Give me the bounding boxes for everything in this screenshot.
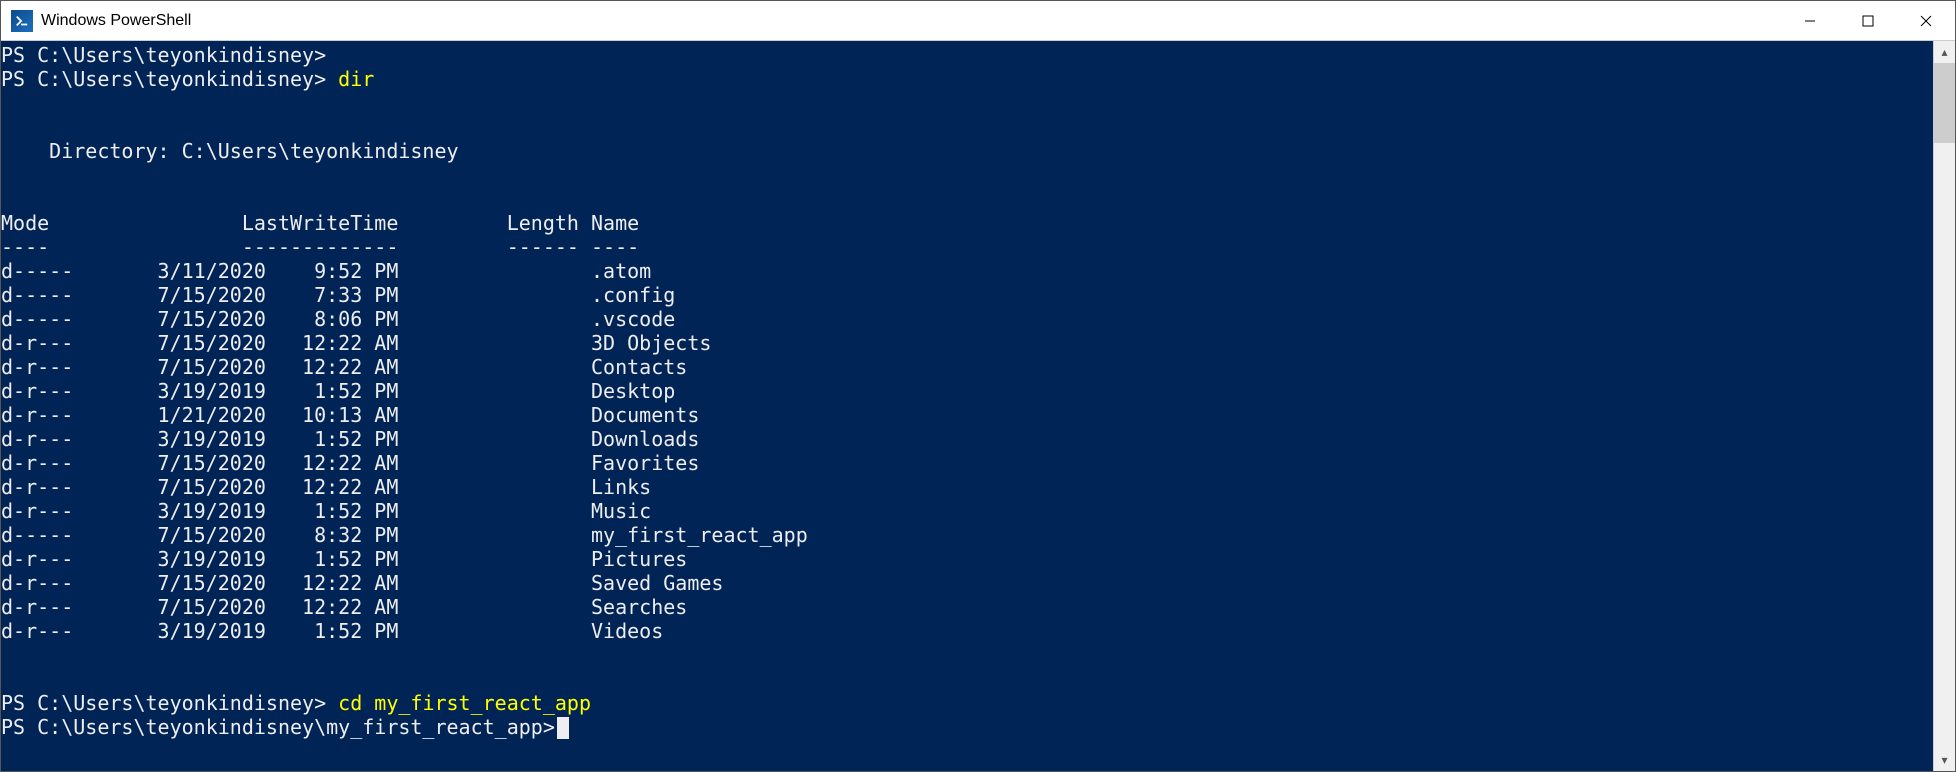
close-button[interactable]: [1897, 1, 1955, 40]
scroll-up-button[interactable]: ▴: [1934, 41, 1955, 63]
prompt-line: PS C:\Users\teyonkindisney> dir: [1, 67, 1933, 91]
table-row: d-r--- 7/15/2020 12:22 AM Favorites: [1, 451, 1933, 475]
window-controls: [1781, 1, 1955, 40]
prompt-line: PS C:\Users\teyonkindisney>: [1, 43, 1933, 67]
command-text: cd my_first_react_app: [326, 691, 591, 715]
scrollbar[interactable]: ▴ ▾: [1933, 41, 1955, 771]
blank-line: [1, 91, 1933, 115]
directory-line: Directory: C:\Users\teyonkindisney: [1, 139, 1933, 163]
table-row: d-r--- 3/19/2019 1:52 PM Pictures: [1, 547, 1933, 571]
cursor: [557, 717, 569, 739]
scroll-thumb[interactable]: [1934, 63, 1955, 143]
table-row: d-r--- 7/15/2020 12:22 AM Saved Games: [1, 571, 1933, 595]
prompt-text: PS C:\Users\teyonkindisney\my_first_reac…: [1, 715, 555, 739]
title-bar[interactable]: Windows PowerShell: [1, 1, 1955, 41]
header-dashes: ---- ------------- ------ ----: [1, 235, 1933, 259]
prompt-line: PS C:\Users\teyonkindisney\my_first_reac…: [1, 715, 1933, 739]
window-title: Windows PowerShell: [41, 12, 1781, 30]
table-row: d-r--- 7/15/2020 12:22 AM Contacts: [1, 355, 1933, 379]
table-row: d-r--- 3/19/2019 1:52 PM Desktop: [1, 379, 1933, 403]
maximize-button[interactable]: [1839, 1, 1897, 40]
table-row: d----- 7/15/2020 7:33 PM .config: [1, 283, 1933, 307]
table-row: d-r--- 1/21/2020 10:13 AM Documents: [1, 403, 1933, 427]
table-row: d-r--- 7/15/2020 12:22 AM Searches: [1, 595, 1933, 619]
blank-line: [1, 667, 1933, 691]
blank-line: [1, 187, 1933, 211]
table-row: d-r--- 3/19/2019 1:52 PM Videos: [1, 619, 1933, 643]
blank-line: [1, 163, 1933, 187]
terminal-output[interactable]: PS C:\Users\teyonkindisney>PS C:\Users\t…: [1, 41, 1933, 771]
table-row: d-r--- 3/19/2019 1:52 PM Music: [1, 499, 1933, 523]
table-row: d-r--- 7/15/2020 12:22 AM Links: [1, 475, 1933, 499]
table-row: d----- 7/15/2020 8:32 PM my_first_react_…: [1, 523, 1933, 547]
powershell-icon: [11, 10, 33, 32]
blank-line: [1, 643, 1933, 667]
table-row: d----- 3/11/2020 9:52 PM .atom: [1, 259, 1933, 283]
blank-line: [1, 115, 1933, 139]
minimize-button[interactable]: [1781, 1, 1839, 40]
header-line: Mode LastWriteTime Length Name: [1, 211, 1933, 235]
table-row: d-r--- 3/19/2019 1:52 PM Downloads: [1, 427, 1933, 451]
prompt-text: PS C:\Users\teyonkindisney>: [1, 691, 326, 715]
table-row: d----- 7/15/2020 8:06 PM .vscode: [1, 307, 1933, 331]
prompt-line: PS C:\Users\teyonkindisney> cd my_first_…: [1, 691, 1933, 715]
scroll-down-button[interactable]: ▾: [1934, 749, 1955, 771]
command-text: dir: [326, 67, 374, 91]
prompt-text: PS C:\Users\teyonkindisney>: [1, 67, 326, 91]
table-row: d-r--- 7/15/2020 12:22 AM 3D Objects: [1, 331, 1933, 355]
